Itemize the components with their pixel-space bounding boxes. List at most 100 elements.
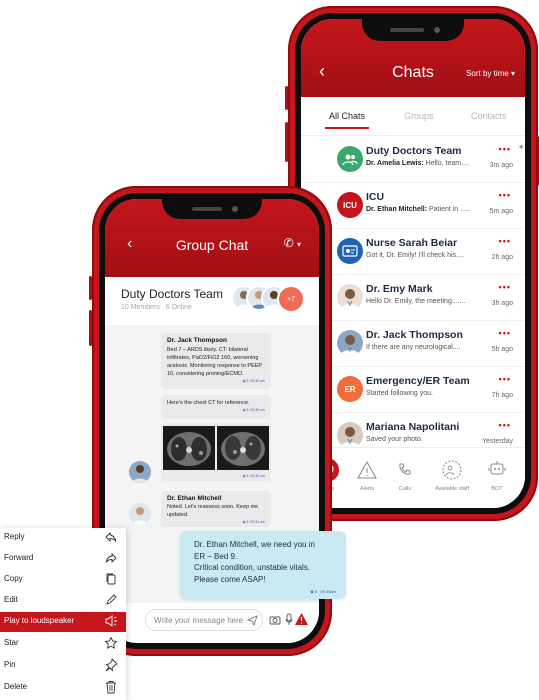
chat-time: 3m ago	[489, 162, 513, 169]
chat-time: 2h ago	[491, 254, 513, 261]
chat-name: Emergency/ER Team	[366, 375, 470, 387]
chat-name: Nurse Sarah Beiar	[366, 237, 458, 249]
group-name: Duty Doctors Team	[121, 287, 223, 301]
eye-icon: ◉	[242, 378, 246, 383]
phone-notch	[362, 19, 464, 41]
ct-scan-image[interactable]	[217, 426, 269, 470]
nav-bot[interactable]: BOT	[477, 458, 517, 492]
chat-row[interactable]: Nurse Sarah Beiar Got it, Dr. Emily! I'll…	[301, 228, 525, 275]
microphone-icon[interactable]	[285, 613, 293, 626]
chat-name: Dr. Emy Mark	[366, 283, 433, 295]
pin-icon	[105, 658, 118, 672]
staff-clock-icon	[442, 460, 462, 480]
chat-time: 5h ago	[491, 346, 513, 353]
chats-screen: ‹ Chats Sort by time ▾ All Chats Groups …	[301, 19, 525, 508]
more-options-icon[interactable]: •••	[499, 374, 511, 384]
camera-icon[interactable]	[269, 614, 281, 625]
ct-scan-image[interactable]	[163, 426, 215, 470]
tab-groups[interactable]: Groups	[404, 111, 434, 121]
loudspeaker-icon	[105, 615, 117, 627]
tab-contacts[interactable]: Contacts	[471, 111, 507, 121]
message-context-menu: Reply Forward Copy Edit Play to loudspea…	[0, 528, 126, 700]
phone-side-button	[89, 310, 92, 346]
nav-alerts[interactable]: Alerts	[347, 458, 387, 492]
alert-triangle-icon	[357, 460, 377, 479]
message-meta: ◉ 9 09:35am	[310, 589, 336, 594]
more-options-icon[interactable]: •••	[499, 328, 511, 338]
member-count: 10 Members	[121, 304, 160, 311]
avatar	[129, 503, 151, 525]
chat-preview: Started following you.	[366, 390, 433, 397]
message-bubble[interactable]: Dr. Jack Thompson Bed 7 – ARDS likely. C…	[161, 333, 271, 389]
nav-label: Available staff	[434, 486, 470, 492]
more-options-icon[interactable]: •••	[499, 420, 511, 430]
call-menu[interactable]: ✆ ▾	[284, 236, 301, 250]
copy-icon	[106, 573, 116, 585]
phone-notch	[162, 199, 262, 219]
eye-icon: ◉	[242, 474, 246, 478]
message-bubble[interactable]: Dr. Ethan Mitchell Noted. Let's reassess…	[161, 491, 271, 527]
message-input[interactable]: Write your message here	[145, 609, 263, 631]
eye-icon: ◉	[242, 407, 246, 412]
eye-icon: ◉	[242, 519, 246, 524]
message-meta: ◉ 8 09:30 am	[242, 474, 265, 478]
doctor-photo	[337, 330, 363, 356]
nav-available-staff[interactable]: Available staff	[425, 458, 479, 492]
chat-row[interactable]: ICU ICU Dr. Ethan Mitchell: Patient in ...…	[301, 182, 525, 229]
chat-name: Dr. Jack Thompson	[366, 329, 463, 341]
chat-name: Duty Doctors Team	[366, 145, 462, 157]
phone-side-button	[285, 86, 288, 110]
doctor-photo	[337, 284, 363, 310]
nav-label: BOT	[491, 486, 503, 492]
more-options-icon[interactable]: •••	[499, 144, 511, 154]
group-icon	[337, 146, 363, 172]
menu-item-delete[interactable]: Delete	[0, 678, 126, 698]
phone-side-button	[285, 122, 288, 162]
menu-item-reply[interactable]: Reply	[0, 528, 126, 548]
bot-icon	[488, 461, 506, 475]
menu-item-play-to-loudspeaker[interactable]: Play to loudspeaker	[0, 612, 126, 632]
chat-row[interactable]: Dr. Emy Mark Hello Dr. Emily, the meeting…	[301, 274, 525, 321]
phone-side-button	[89, 276, 92, 300]
trash-icon	[106, 681, 116, 694]
chevron-down-icon: ▾	[296, 240, 301, 249]
nav-calls[interactable]: Calls	[385, 458, 425, 492]
chat-preview: Saved your photo.	[366, 436, 423, 443]
reply-icon	[105, 531, 117, 543]
nav-label: Calls	[398, 486, 412, 492]
menu-item-pin[interactable]: Pin	[0, 656, 126, 676]
message-bubble[interactable]: Here's the chest CT for reference. ◉ 8 0…	[161, 395, 271, 419]
chat-row[interactable]: ER Emergency/ER Team Started following you…	[301, 366, 525, 413]
chat-row[interactable]: Dr. Jack Thompson If there are any neurol…	[301, 320, 525, 367]
more-options-icon[interactable]: •••	[499, 236, 511, 246]
send-icon[interactable]	[247, 615, 258, 626]
chat-name: Mariana Napolitani	[366, 421, 460, 433]
sort-dropdown[interactable]: Sort by time ▾	[466, 69, 515, 78]
more-options-icon[interactable]: •••	[499, 282, 511, 292]
chat-preview: Hello Dr. Emily, the meeting.......	[366, 298, 466, 305]
message-sender: Dr. Jack Thompson	[167, 337, 227, 344]
menu-item-edit[interactable]: Edit	[0, 591, 126, 611]
chat-preview: Dr. Ethan Mitchell: Patient in .....	[366, 206, 470, 213]
doctor-photo	[337, 422, 363, 448]
message-meta: ◉ 6 09:31 am	[242, 519, 265, 524]
star-icon	[104, 636, 118, 649]
group-stats: 10 Members 6 Online	[121, 304, 192, 311]
image-message[interactable]: ◉ 8 09:30 am	[161, 423, 271, 481]
member-avatars[interactable]: +7	[231, 285, 305, 313]
menu-item-forward[interactable]: Forward	[0, 549, 126, 569]
tab-all-chats[interactable]: All Chats	[324, 111, 370, 129]
alert-triangle-icon[interactable]	[295, 613, 308, 625]
urgent-message-bubble[interactable]: Dr. Ethan Mitchell, we need you in ER – …	[180, 531, 346, 599]
chat-time: Yesterday	[482, 438, 513, 445]
chat-time: 3h ago	[491, 300, 513, 307]
more-options-icon[interactable]: •••	[499, 190, 511, 200]
menu-item-copy[interactable]: Copy	[0, 570, 126, 590]
online-count: 6 Online	[165, 304, 192, 311]
phone-icon	[399, 463, 411, 475]
sort-label: Sort by time	[466, 69, 509, 78]
chat-row[interactable]: Duty Doctors Team Dr. Amelia Lewis: Hello…	[301, 136, 525, 183]
pin-icon: ✦	[517, 142, 525, 152]
menu-item-star[interactable]: Star	[0, 634, 126, 654]
message-meta: ◉ 8 09:30 am	[242, 378, 265, 383]
